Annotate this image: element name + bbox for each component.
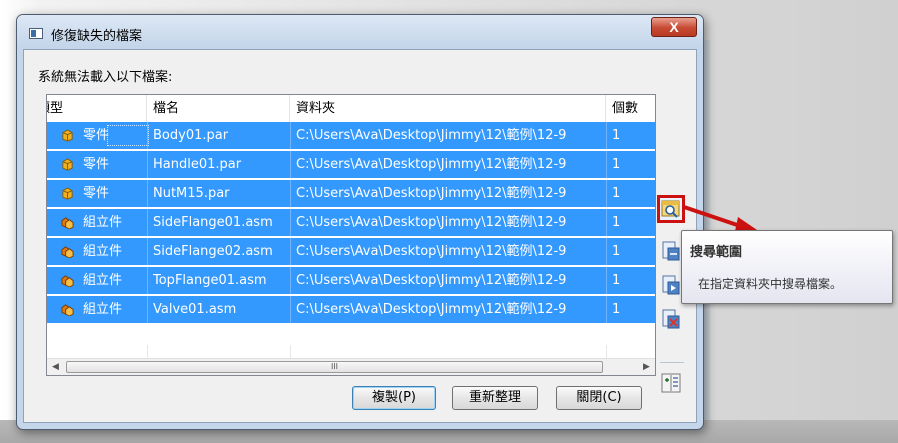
cell-count: 1 — [612, 302, 621, 317]
missing-files-list[interactable]: 類型 檔名 資料夾 個數 零件Body01.parC:\Users\Ava\De… — [46, 94, 656, 376]
title-bar[interactable]: 修復缺失的檔案 X — [17, 15, 703, 47]
column-separator — [606, 151, 607, 178]
replace-file-icon — [662, 241, 680, 261]
dialog-title: 修復缺失的檔案 — [51, 29, 143, 44]
refresh-button[interactable]: 重新整理 — [452, 386, 538, 410]
assembly-icon — [61, 304, 74, 316]
cell-name: SideFlange01.asm — [153, 215, 273, 230]
cell-count: 1 — [612, 157, 621, 172]
column-settings-icon — [661, 373, 681, 393]
cell-name: Body01.par — [153, 128, 229, 143]
focus-rectangle — [107, 125, 149, 146]
cell-type: 組立件 — [83, 273, 123, 288]
cell-name: NutM15.par — [153, 186, 230, 201]
cell-count: 1 — [612, 215, 621, 230]
table-row[interactable]: 組立件 Valve01.asm C:\Users\Ava\Desktop\Jimmy… — [47, 296, 655, 324]
part-icon — [62, 187, 73, 200]
remove-file-icon — [662, 309, 680, 329]
copy-button[interactable]: 複製(P) — [352, 386, 436, 410]
cell-folder: C:\Users\Ava\Desktop\Jimmy\12\範例\12-9 — [296, 302, 567, 317]
assembly-icon — [61, 217, 74, 229]
tooltip-body: 在指定資料夾中搜尋檔案。 — [698, 277, 843, 291]
close-button[interactable]: 關閉(C) — [556, 386, 642, 410]
window-icon — [29, 28, 43, 39]
column-separator — [290, 122, 291, 149]
column-separator — [290, 296, 291, 323]
cell-type: 組立件 — [83, 244, 123, 259]
column-separator — [606, 209, 607, 236]
column-separator — [147, 238, 148, 265]
cell-name: Handle01.par — [153, 157, 242, 172]
tooltip-title: 搜尋範圍 — [690, 245, 743, 260]
assembly-icon — [61, 275, 74, 287]
scroll-left-icon[interactable]: ◀ — [47, 359, 64, 375]
column-separator — [606, 180, 607, 207]
scroll-right-icon[interactable]: ▶ — [638, 359, 655, 375]
part-icon — [62, 158, 73, 171]
list-header: 類型 檔名 資料夾 個數 — [47, 95, 655, 122]
toolbar-separator — [660, 362, 684, 363]
assembly-icon — [61, 246, 74, 258]
column-separator — [606, 122, 607, 149]
column-separator — [147, 209, 148, 236]
column-separator — [606, 238, 607, 265]
cell-type: 零件 — [83, 186, 110, 201]
table-row[interactable]: 零件 Handle01.par C:\Users\Ava\Desktop\Jimmy… — [47, 151, 655, 179]
browse-file-icon — [662, 275, 680, 295]
horizontal-scrollbar[interactable]: ◀ III ▶ — [47, 358, 655, 375]
column-separator — [290, 209, 291, 236]
column-separator — [147, 180, 148, 207]
dialog-body: 系統無法載入以下檔案: 類型 檔名 資料夾 個數 零件Body01.parC:\… — [23, 49, 697, 423]
cell-count: 1 — [612, 273, 621, 288]
column-separator — [147, 151, 148, 178]
prompt-text: 系統無法載入以下檔案: — [38, 70, 173, 85]
table-row[interactable]: 零件 NutM15.par C:\Users\Ava\Desktop\Jimmy\1… — [47, 180, 655, 208]
search-scope-tooltip: 搜尋範圍 在指定資料夾中搜尋檔案。 — [681, 230, 893, 304]
cell-type: 組立件 — [83, 302, 123, 317]
column-separator — [606, 296, 607, 323]
column-header-type[interactable]: 類型 — [47, 95, 147, 122]
table-row[interactable]: 組立件 SideFlange01.asm C:\Users\Ava\Desktop\… — [47, 209, 655, 237]
column-separator — [147, 296, 148, 323]
column-header-filename[interactable]: 檔名 — [147, 95, 290, 122]
table-row[interactable]: 組立件 SideFlange02.asm C:\Users\Ava\Desktop\… — [47, 238, 655, 266]
cell-folder: C:\Users\Ava\Desktop\Jimmy\12\範例\12-9 — [296, 215, 567, 230]
column-settings-button[interactable] — [660, 372, 682, 394]
column-separator — [147, 267, 148, 294]
cell-name: Valve01.asm — [153, 302, 237, 317]
scroll-thumb[interactable]: III — [66, 361, 603, 373]
column-header-folder[interactable]: 資料夾 — [290, 95, 606, 122]
table-row[interactable]: 零件 Body01.par C:\Users\Ava\Desktop\Jimmy\1… — [47, 122, 655, 150]
search-scope-button[interactable] — [660, 198, 682, 220]
column-separator — [290, 180, 291, 207]
search-scope-icon — [661, 200, 680, 218]
cell-folder: C:\Users\Ava\Desktop\Jimmy\12\範例\12-9 — [296, 157, 567, 172]
cell-folder: C:\Users\Ava\Desktop\Jimmy\12\範例\12-9 — [296, 273, 567, 288]
column-separator — [290, 151, 291, 178]
cell-count: 1 — [612, 244, 621, 259]
column-separator — [290, 267, 291, 294]
cell-folder: C:\Users\Ava\Desktop\Jimmy\12\範例\12-9 — [296, 128, 567, 143]
part-icon — [62, 129, 73, 142]
cell-folder: C:\Users\Ava\Desktop\Jimmy\12\範例\12-9 — [296, 244, 567, 259]
remove-file-button[interactable] — [660, 308, 682, 330]
column-header-count[interactable]: 個數 — [606, 95, 655, 122]
cell-name: SideFlange02.asm — [153, 244, 273, 259]
cell-count: 1 — [612, 186, 621, 201]
repair-missing-files-dialog: 修復缺失的檔案 X 系統無法載入以下檔案: 類型 檔名 資料夾 個數 零件Bod… — [16, 14, 704, 430]
cell-count: 1 — [612, 128, 621, 143]
cell-folder: C:\Users\Ava\Desktop\Jimmy\12\範例\12-9 — [296, 186, 567, 201]
cell-type: 組立件 — [83, 215, 123, 230]
column-separator — [290, 238, 291, 265]
cell-name: TopFlange01.asm — [153, 273, 267, 288]
browse-file-button[interactable] — [660, 274, 682, 296]
column-separator — [606, 267, 607, 294]
close-window-button[interactable]: X — [651, 17, 697, 37]
table-row[interactable]: 組立件 TopFlange01.asm C:\Users\Ava\Desktop\J… — [47, 267, 655, 295]
replace-file-button[interactable] — [660, 240, 682, 262]
cell-type: 零件 — [83, 157, 110, 172]
